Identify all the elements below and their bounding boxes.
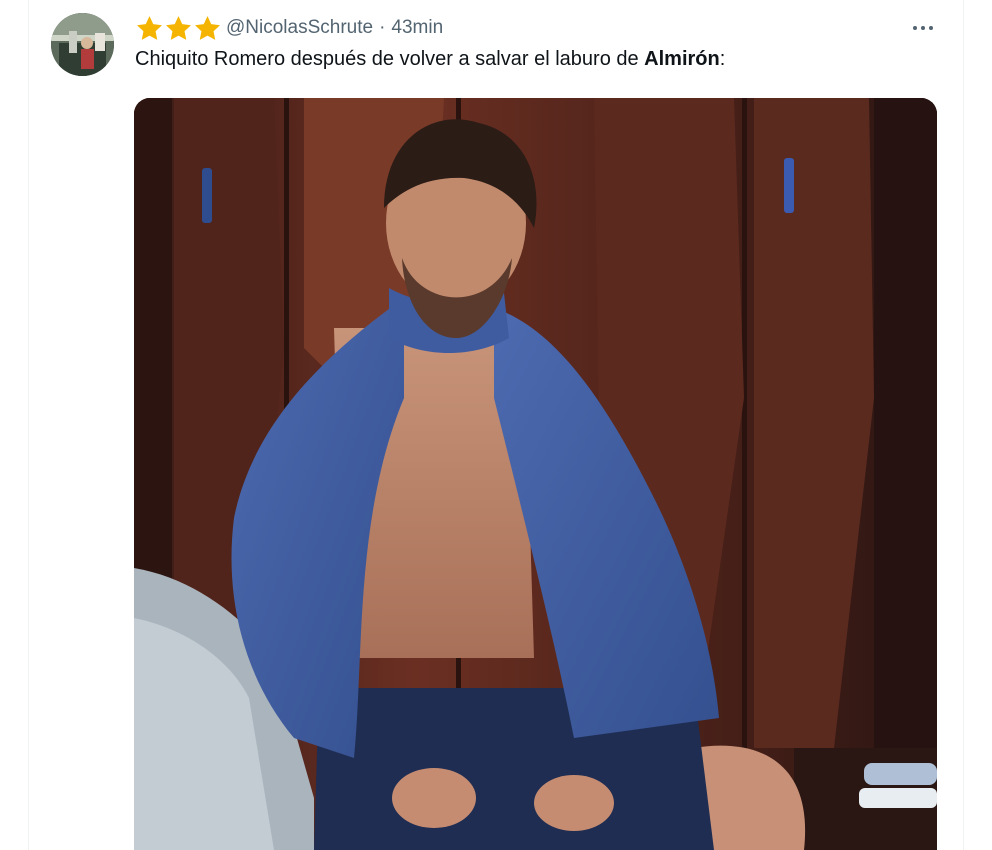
more-options-dot: [929, 26, 933, 30]
more-options-dot: [913, 26, 917, 30]
tweet-text-normal: Chiquito Romero después de volver a salv…: [135, 48, 645, 70]
tweet-page: @NicolasSchrute · 43min Chiquito Romero …: [0, 0, 992, 850]
more-options-dot: [921, 26, 925, 30]
star-icon: [166, 15, 191, 40]
timestamp[interactable]: 43min: [391, 17, 443, 39]
separator-dot: ·: [379, 17, 386, 38]
user-handle[interactable]: @NicolasSchrute: [226, 17, 373, 39]
avatar-image-icon: [51, 13, 114, 76]
tweet-text-end: :: [719, 48, 726, 70]
star-icon: [137, 15, 162, 40]
tweet-text-mention[interactable]: Almirón: [644, 48, 720, 70]
avatar[interactable]: [51, 13, 114, 76]
tweet-text: Chiquito Romero después de volver a salv…: [135, 48, 725, 71]
star-icon: [195, 15, 220, 40]
card-border-right: [963, 0, 964, 850]
tweet-media-photo[interactable]: [134, 98, 937, 850]
star-emoji-group: [135, 14, 222, 43]
card-border-left: [28, 0, 29, 850]
photo-image-icon: [134, 98, 937, 850]
tweet-header: @NicolasSchrute · 43min: [135, 13, 443, 43]
more-options-button[interactable]: [905, 16, 941, 40]
